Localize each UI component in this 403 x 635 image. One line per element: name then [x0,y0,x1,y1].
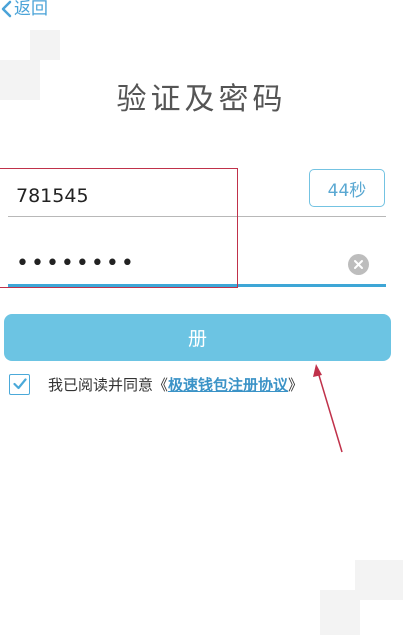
agreement-text: 我已阅读并同意《极速钱包注册协议》 [48,375,303,395]
code-underline [8,216,386,217]
chevron-left-icon [0,0,12,18]
watermark-block [320,590,360,635]
agreement-link[interactable]: 极速钱包注册协议 [168,376,288,394]
agreement-prefix: 我已阅读并同意《 [48,376,169,394]
password-underline [8,284,386,287]
checkmark-icon [12,375,27,394]
agreement-checkbox[interactable] [9,374,30,395]
back-label: 返回 [14,0,48,19]
agreement-suffix: 》 [288,376,304,394]
resend-countdown-button[interactable]: 44秒 [309,169,385,207]
register-button[interactable]: 册 [4,314,391,361]
watermark-block [30,30,60,60]
back-button[interactable]: 返回 [0,0,48,18]
verification-code-input[interactable] [10,180,252,212]
password-input[interactable] [10,246,342,280]
page-title: 验证及密码 [116,82,287,117]
clear-password-button[interactable] [348,254,369,275]
watermark-block [355,560,403,600]
close-circle-icon [353,255,364,274]
